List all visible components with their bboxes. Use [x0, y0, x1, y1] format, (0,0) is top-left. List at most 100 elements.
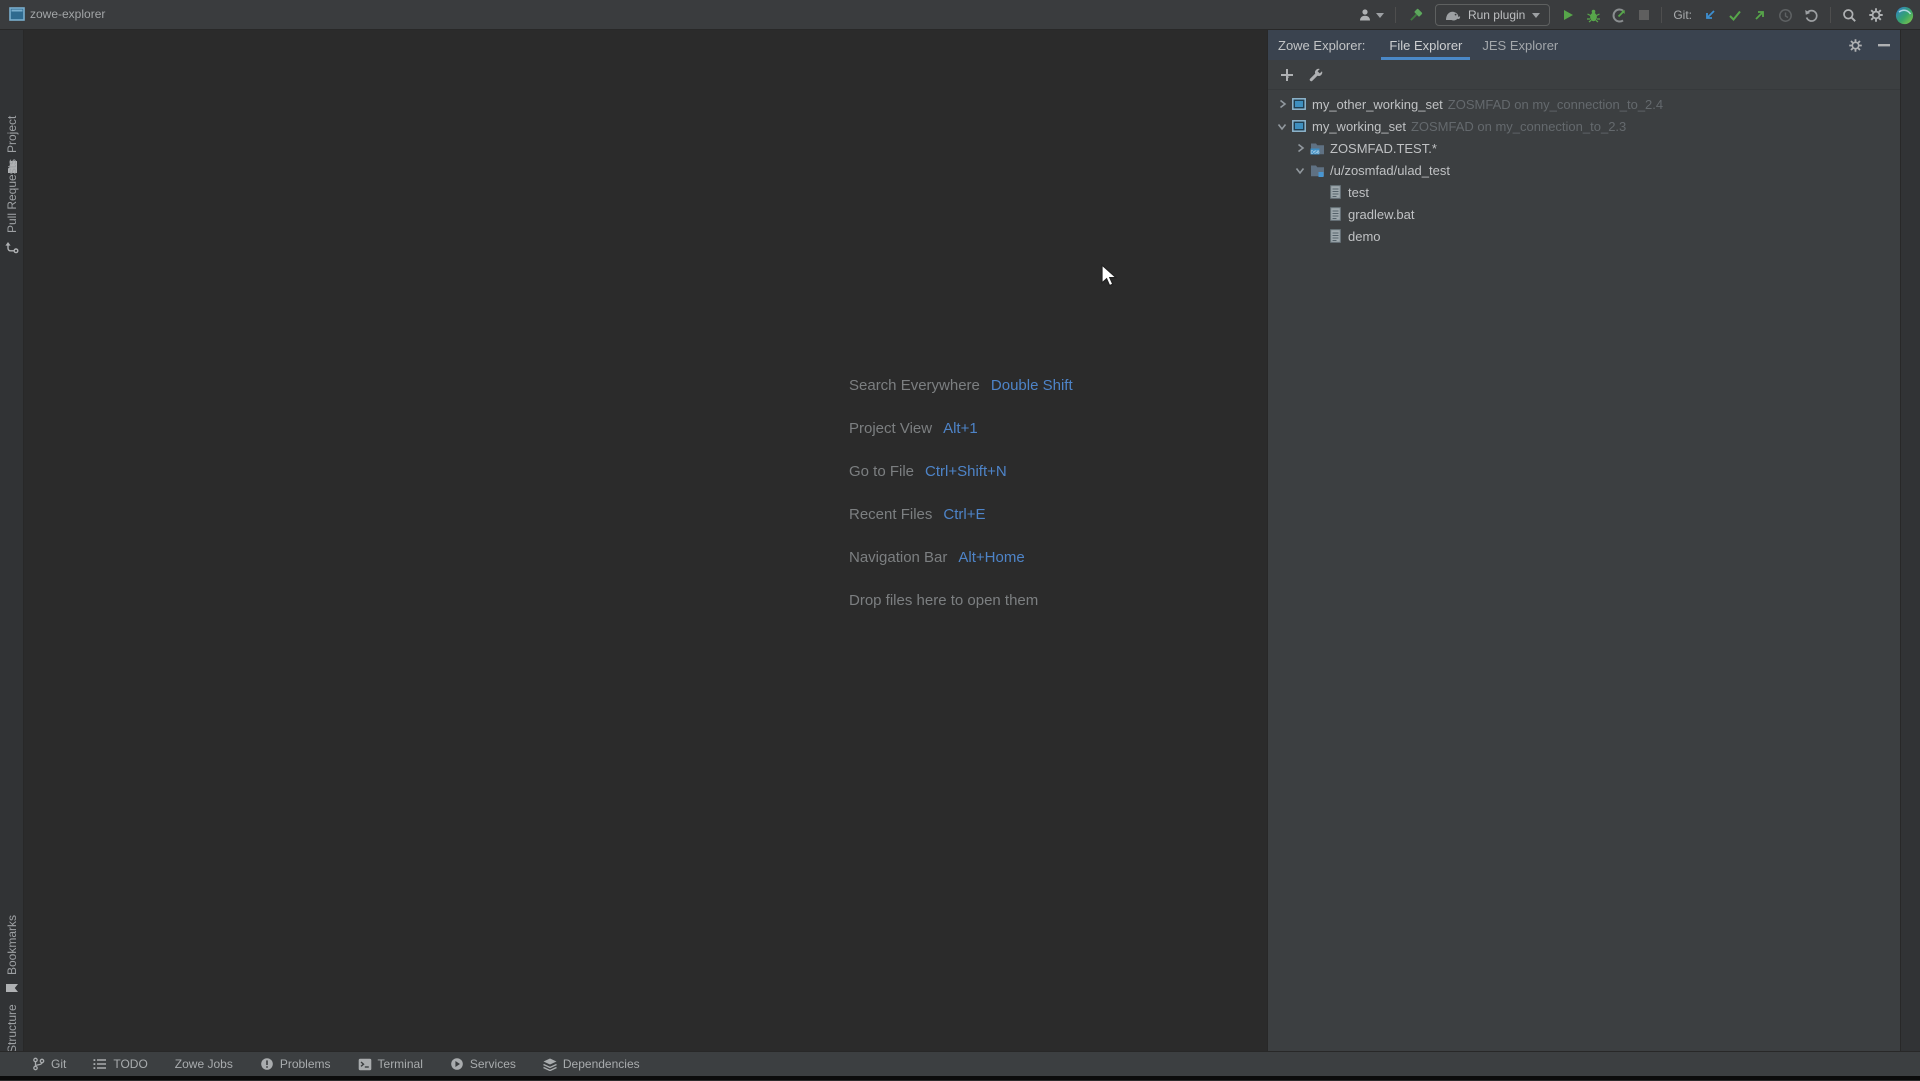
tree-suffix: ZOSMFAD on my_connection_to_2.3 [1411, 119, 1626, 134]
tool-window-header: Zowe Explorer: File Explorer JES Explore… [1268, 30, 1900, 60]
shortcut-action: Navigation Bar [849, 549, 947, 566]
history-clock-icon[interactable] [1778, 8, 1793, 23]
zowe-explorer-panel: Zowe Explorer: File Explorer JES Explore… [1267, 30, 1900, 1051]
statusbar-item-label: Services [470, 1057, 516, 1071]
toolbar-separator [1830, 7, 1831, 23]
left-tool-stripe: Project Pull Requests Bookmarks Structur… [0, 30, 24, 1051]
file-icon [1326, 185, 1344, 199]
sidebar-item-label: Bookmarks [5, 915, 19, 975]
git-label: Git: [1673, 8, 1692, 22]
sidebar-item-bookmarks[interactable]: Bookmarks [2, 907, 22, 1002]
search-everywhere-icon[interactable] [1842, 8, 1857, 23]
shortcut-keys: Double Shift [991, 377, 1073, 394]
tab-file-explorer[interactable]: File Explorer [1379, 30, 1472, 60]
tree-label: demo [1348, 229, 1381, 244]
toolbar-separator [1661, 7, 1662, 23]
tree-row[interactable]: my_other_working_set ZOSMFAD on my_conne… [1268, 93, 1900, 115]
tree-row[interactable]: test [1268, 181, 1900, 203]
shortcut-keys: Alt+1 [943, 420, 978, 437]
sidebar-item-pull-requests[interactable]: Pull Requests [2, 151, 22, 262]
add-profile-button[interactable] [1280, 68, 1294, 82]
tree-label: my_other_working_set [1312, 97, 1443, 112]
svg-text:DS8: DS8 [1310, 149, 1319, 154]
dataset-folder-icon: DS8 [1308, 142, 1326, 155]
mouse-cursor [1101, 264, 1121, 295]
statusbar-item-label: Git [51, 1057, 66, 1071]
sidebar-item-label: Structure [5, 1004, 19, 1053]
statusbar-item-todo[interactable]: TODO [93, 1057, 147, 1071]
tab-jes-explorer[interactable]: JES Explorer [1472, 30, 1568, 60]
right-tool-stripe: Z Zowe Explorer Gradle Notifications [1900, 30, 1920, 1051]
problems-icon [260, 1057, 274, 1071]
title-bar: zowe-explorer Run plugin Git: [0, 0, 1920, 30]
pull-request-icon [5, 240, 19, 254]
shortcut-keys: Ctrl+E [943, 506, 985, 523]
bottom-border-strip [0, 1076, 1920, 1080]
editor-area: Search Everywhere Double Shift Project Vi… [24, 30, 1267, 1051]
undo-button[interactable] [1804, 8, 1819, 23]
chevron-down-icon[interactable] [1274, 122, 1290, 131]
working-set-icon [1290, 98, 1308, 110]
panel-settings-gear-icon[interactable] [1848, 38, 1863, 53]
statusbar-item-dependencies[interactable]: Dependencies [543, 1057, 640, 1071]
tree-label: my_working_set [1312, 119, 1406, 134]
run-configuration-label: Run plugin [1468, 8, 1525, 22]
file-explorer-tree: my_other_working_set ZOSMFAD on my_conne… [1268, 90, 1900, 247]
git-commit-button[interactable] [1728, 8, 1742, 22]
file-icon [1326, 207, 1344, 221]
tree-label: gradlew.bat [1348, 207, 1415, 222]
shortcut-action: Search Everywhere [849, 377, 980, 394]
tree-row[interactable]: gradlew.bat [1268, 203, 1900, 225]
stop-button[interactable] [1638, 9, 1650, 21]
chevron-right-icon[interactable] [1292, 143, 1308, 153]
shortcut-action: Recent Files [849, 506, 932, 523]
user-account-icon[interactable] [1357, 7, 1384, 23]
statusbar-item-problems[interactable]: Problems [260, 1057, 331, 1071]
tab-label: JES Explorer [1482, 38, 1558, 53]
uss-folder-icon [1308, 164, 1326, 177]
statusbar-item-label: Terminal [378, 1057, 423, 1071]
debug-button[interactable] [1586, 8, 1601, 23]
statusbar-item-label: TODO [113, 1057, 147, 1071]
tree-row[interactable]: my_working_set ZOSMFAD on my_connection_… [1268, 115, 1900, 137]
tree-label: test [1348, 185, 1369, 200]
run-button[interactable] [1561, 8, 1575, 22]
bookmark-icon [5, 982, 19, 994]
statusbar-item-services[interactable]: Services [450, 1057, 516, 1071]
git-push-button[interactable] [1753, 8, 1767, 22]
working-set-icon [1290, 120, 1308, 132]
app-window-icon [9, 7, 25, 22]
chevron-right-icon[interactable] [1274, 99, 1290, 109]
shortcut-action: Project View [849, 420, 932, 437]
git-update-button[interactable] [1703, 8, 1717, 22]
tree-suffix: ZOSMFAD on my_connection_to_2.4 [1448, 97, 1663, 112]
statusbar-item-git[interactable]: Git [32, 1057, 66, 1071]
settings-gear-icon[interactable] [1868, 7, 1884, 23]
chevron-down-icon[interactable] [1292, 166, 1308, 175]
terminal-icon [358, 1058, 372, 1071]
sidebar-item-label: Project [5, 116, 19, 153]
gradle-elephant-icon [1445, 10, 1461, 21]
panel-title: Zowe Explorer: [1278, 38, 1365, 53]
toolbar-separator [1395, 7, 1396, 23]
hide-panel-icon[interactable] [1878, 44, 1890, 47]
window-title: zowe-explorer [30, 7, 105, 21]
statusbar-item-label: Zowe Jobs [175, 1057, 233, 1071]
sidebar-item-label: Pull Requests [5, 159, 19, 233]
tree-row[interactable]: /u/zosmfad/ulad_test [1268, 159, 1900, 181]
statusbar-item-terminal[interactable]: Terminal [358, 1057, 423, 1071]
shortcut-keys: Ctrl+Shift+N [925, 463, 1007, 480]
shortcut-action: Go to File [849, 463, 914, 480]
services-icon [450, 1057, 464, 1071]
tree-row[interactable]: demo [1268, 225, 1900, 247]
edit-config-wrench-icon[interactable] [1309, 68, 1323, 82]
file-icon [1326, 229, 1344, 243]
tree-row[interactable]: DS8 ZOSMFAD.TEST.* [1268, 137, 1900, 159]
ide-avatar-icon[interactable] [1895, 6, 1914, 25]
profiler-button[interactable] [1612, 8, 1627, 23]
status-bar: Git TODO Zowe Jobs Problems Terminal Ser… [0, 1051, 1920, 1076]
build-hammer-icon[interactable] [1407, 7, 1424, 24]
run-configuration-select[interactable]: Run plugin [1435, 4, 1550, 26]
main-toolbar: Run plugin Git: [1357, 0, 1914, 30]
statusbar-item-zowe-jobs[interactable]: Zowe Jobs [175, 1057, 233, 1071]
